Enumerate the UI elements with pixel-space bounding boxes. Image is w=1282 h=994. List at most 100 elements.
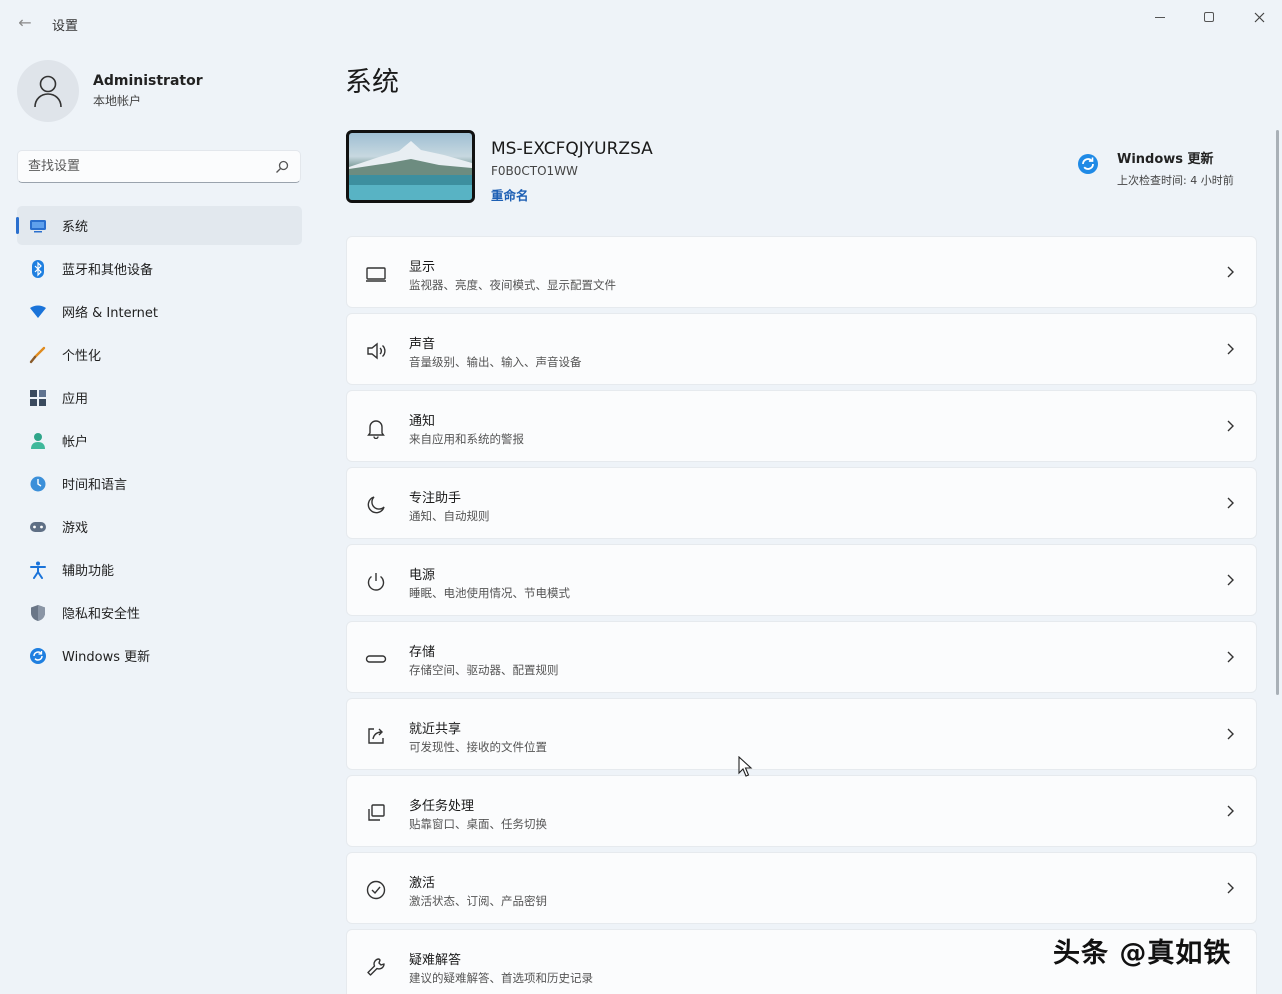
row-title: 通知: [409, 414, 436, 429]
sidebar-item-label: 蓝牙和其他设备: [62, 263, 154, 278]
row-title: 存储: [409, 645, 436, 660]
person-icon: [34, 75, 62, 108]
sidebar-item-accessibility[interactable]: 辅助功能: [17, 550, 302, 589]
profile-name: Administrator: [93, 73, 203, 89]
row-title: 多任务处理: [409, 799, 475, 814]
row-title: 声音: [409, 337, 436, 352]
close-button[interactable]: [1236, 4, 1282, 30]
brush-icon: [29, 346, 47, 364]
sidebar-item-gaming[interactable]: 游戏: [17, 507, 302, 546]
check-circle-icon: [366, 880, 386, 900]
sidebar-item-network[interactable]: 网络 & Internet: [17, 292, 302, 331]
chevron-right-icon: [1227, 343, 1234, 355]
sidebar-item-bluetooth[interactable]: 蓝牙和其他设备: [17, 249, 302, 288]
mouse-cursor-icon: [738, 756, 753, 777]
sidebar-item-personalization[interactable]: 个性化: [17, 335, 302, 374]
storage-icon: [365, 655, 387, 663]
row-subtitle: 睡眠、电池使用情况、节电模式: [409, 586, 570, 600]
settings-row-focus-assist[interactable]: 专注助手 通知、自动规则: [346, 467, 1257, 539]
sidebar-item-label: 隐私和安全性: [62, 607, 141, 622]
user-profile[interactable]: Administrator 本地帐户: [17, 60, 203, 122]
chevron-right-icon: [1227, 266, 1234, 278]
chevron-right-icon: [1227, 882, 1234, 894]
windows-update-title: Windows 更新: [1117, 152, 1214, 167]
row-subtitle: 来自应用和系统的警报: [409, 432, 524, 446]
settings-row-multitasking[interactable]: 多任务处理 贴靠窗口、桌面、任务切换: [346, 775, 1257, 847]
avatar: [17, 60, 79, 122]
sidebar-item-time-language[interactable]: 时间和语言: [17, 464, 302, 503]
sidebar-item-label: 个性化: [62, 349, 102, 364]
title-bar: ← 设置: [0, 0, 1282, 46]
chevron-right-icon: [1227, 728, 1234, 740]
maximize-button[interactable]: [1186, 4, 1232, 30]
minimize-button[interactable]: [1137, 4, 1183, 30]
sidebar-item-privacy[interactable]: 隐私和安全性: [17, 593, 302, 632]
search-box[interactable]: [17, 150, 301, 183]
sidebar-item-label: 应用: [62, 392, 89, 407]
settings-list: 显示 监视器、亮度、夜间模式、显示配置文件 声音 音量级别、输出、输入、声音设备…: [346, 236, 1257, 994]
row-title: 激活: [409, 876, 436, 891]
power-icon: [367, 573, 385, 591]
settings-row-notifications[interactable]: 通知 来自应用和系统的警报: [346, 390, 1257, 462]
windows-update-card[interactable]: Windows 更新 上次检查时间: 4 小时前: [1077, 148, 1234, 188]
row-subtitle: 可发现性、接收的文件位置: [409, 740, 547, 754]
row-subtitle: 贴靠窗口、桌面、任务切换: [409, 817, 547, 831]
row-subtitle: 建议的疑难解答、首选项和历史记录: [409, 971, 593, 985]
row-subtitle: 通知、自动规则: [409, 509, 490, 523]
speaker-icon: [367, 342, 386, 360]
chevron-right-icon: [1227, 805, 1234, 817]
chevron-right-icon: [1227, 574, 1234, 586]
row-title: 疑难解答: [409, 953, 462, 968]
apps-icon: [29, 389, 47, 407]
sidebar-item-label: 系统: [62, 220, 89, 235]
sidebar-nav: 系统 蓝牙和其他设备 网络 & Internet 个性化 应用 帐户 时间和语言…: [16, 206, 302, 679]
close-icon: [1254, 12, 1264, 22]
device-thumbnail: [346, 130, 475, 203]
search-icon[interactable]: [274, 159, 290, 175]
watermark: 头条 @真如铁: [1053, 938, 1232, 969]
chevron-right-icon: [1227, 420, 1234, 432]
settings-row-activation[interactable]: 激活 激活状态、订阅、产品密钥: [346, 852, 1257, 924]
maximize-icon: [1204, 12, 1214, 22]
row-subtitle: 存储空间、驱动器、配置规则: [409, 663, 559, 677]
chevron-right-icon: [1227, 497, 1234, 509]
row-subtitle: 激活状态、订阅、产品密钥: [409, 894, 547, 908]
update-icon: [29, 647, 47, 665]
profile-subtitle: 本地帐户: [93, 94, 142, 108]
settings-row-power[interactable]: 电源 睡眠、电池使用情况、节电模式: [346, 544, 1257, 616]
person-icon: [29, 432, 47, 450]
display-icon: [366, 267, 386, 282]
bell-icon: [367, 420, 385, 439]
multitask-icon: [368, 804, 385, 821]
row-subtitle: 音量级别、输出、输入、声音设备: [409, 355, 582, 369]
sidebar-item-accounts[interactable]: 帐户: [17, 421, 302, 460]
accessibility-icon: [29, 561, 47, 579]
settings-row-display[interactable]: 显示 监视器、亮度、夜间模式、显示配置文件: [346, 236, 1257, 308]
settings-row-storage[interactable]: 存储 存储空间、驱动器、配置规则: [346, 621, 1257, 693]
sidebar-item-windows-update[interactable]: Windows 更新: [17, 636, 302, 675]
device-model: F0B0CTO1WW: [491, 164, 578, 178]
chevron-right-icon: [1227, 651, 1234, 663]
settings-row-sound[interactable]: 声音 音量级别、输出、输入、声音设备: [346, 313, 1257, 385]
globe-clock-icon: [29, 475, 47, 493]
row-title: 电源: [409, 568, 436, 583]
sidebar-item-label: 时间和语言: [62, 478, 128, 493]
share-icon: [368, 728, 384, 744]
back-arrow-icon: ←: [18, 13, 32, 32]
rename-link[interactable]: 重命名: [491, 185, 529, 204]
back-button[interactable]: ←: [14, 12, 36, 34]
wallpaper-image: [349, 141, 472, 200]
page-title: 系统: [345, 67, 399, 98]
search-input[interactable]: [28, 159, 274, 174]
sidebar-item-label: Windows 更新: [62, 650, 151, 665]
sidebar-item-label: 网络 & Internet: [62, 306, 159, 321]
shield-icon: [29, 604, 47, 622]
sidebar-item-system[interactable]: 系统: [16, 206, 302, 245]
sidebar-item-label: 辅助功能: [62, 564, 115, 579]
sidebar-item-apps[interactable]: 应用: [17, 378, 302, 417]
device-name: MS-EXCFQJYURZSA: [491, 139, 653, 159]
row-title: 就近共享: [409, 722, 462, 737]
sidebar-item-label: 帐户: [62, 435, 89, 450]
settings-row-nearby-sharing[interactable]: 就近共享 可发现性、接收的文件位置: [346, 698, 1257, 770]
scrollbar[interactable]: [1276, 130, 1279, 695]
